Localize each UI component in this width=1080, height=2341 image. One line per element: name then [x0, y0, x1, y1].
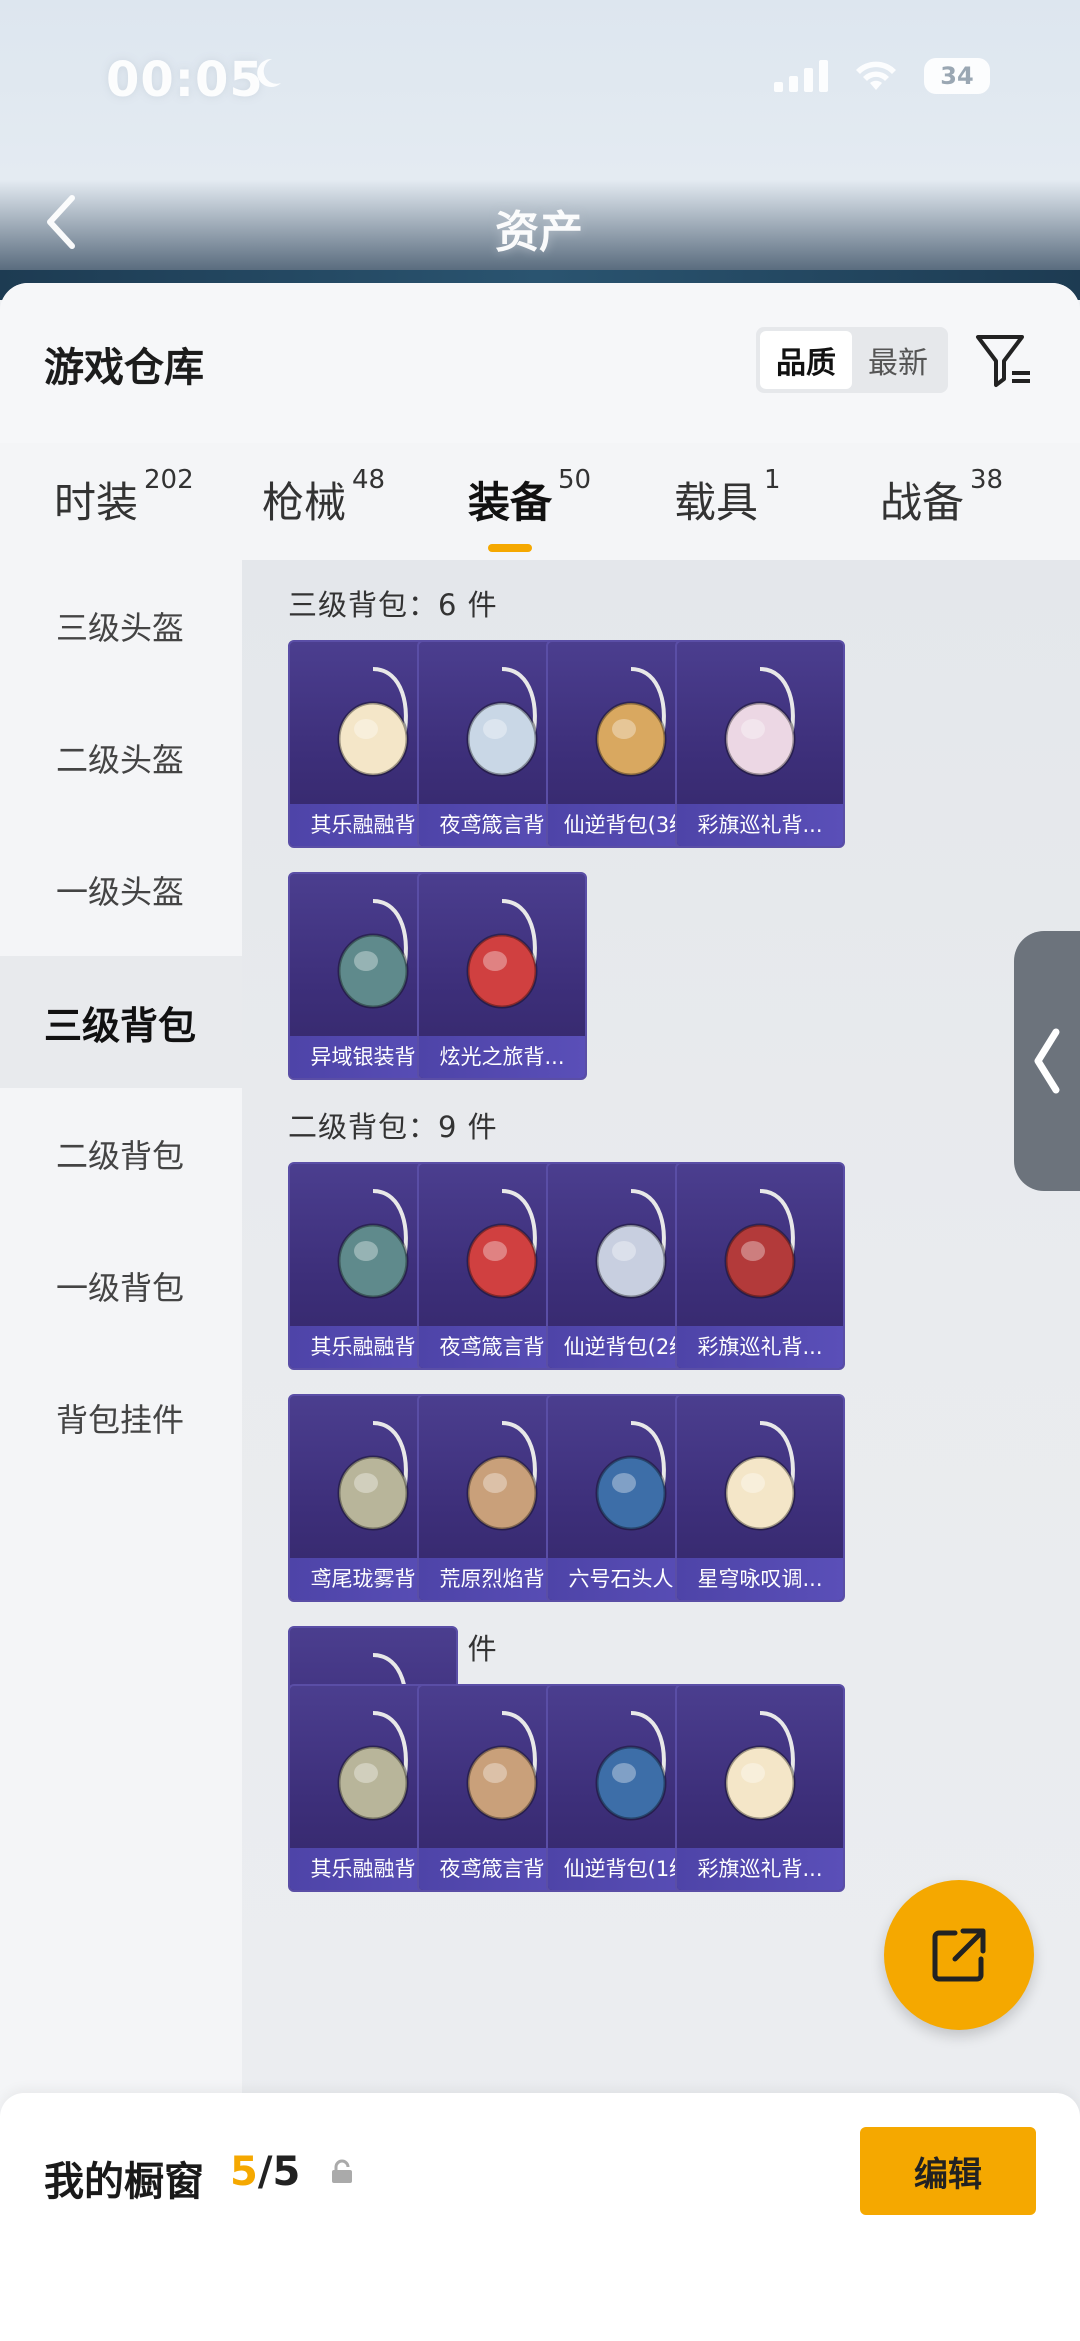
tab-label: 战备 — [880, 478, 965, 527]
status-time: 00:05 — [106, 52, 264, 108]
category-tabs: 时装 202 枪械 48 装备 50 载具 1 战备 38 — [0, 465, 1080, 559]
item-thumbnail — [677, 1164, 843, 1328]
tab-count: 38 — [970, 465, 1004, 495]
item-name: 星穹咏叹调... — [677, 1558, 843, 1600]
section-title: 三级背包：6 件 — [288, 588, 498, 622]
tab-fashion[interactable]: 时装 202 — [54, 465, 194, 530]
item-card[interactable]: 星穹咏叹调... — [675, 1394, 845, 1602]
sidebar-item-backpack-2[interactable]: 二级背包 — [0, 1088, 242, 1220]
item-card[interactable]: 炫光之旅背... — [417, 872, 587, 1080]
edit-button[interactable]: 编辑 — [860, 2127, 1036, 2215]
item-card[interactable]: 彩旗巡礼背... — [675, 640, 845, 848]
backpack-icon — [337, 1189, 409, 1299]
item-card[interactable]: 彩旗巡礼背... — [675, 1162, 845, 1370]
sort-quality-option[interactable]: 品质 — [760, 331, 852, 389]
share-out-icon — [932, 1928, 986, 1982]
backpack-icon — [595, 1189, 667, 1299]
tab-count: 50 — [558, 465, 592, 495]
sidebar-item-helmet-3[interactable]: 三级头盔 — [0, 560, 242, 692]
status-and-nav-area: 00:05 34 资产 — [0, 0, 1080, 300]
tab-count: 1 — [764, 465, 781, 495]
back-chevron-icon[interactable] — [42, 192, 82, 252]
backpack-icon — [337, 1711, 409, 1821]
tab-label: 载具 — [674, 478, 759, 527]
wifi-icon — [856, 61, 896, 90]
backpack-icon — [724, 1421, 796, 1531]
backpack-icon — [724, 667, 796, 777]
chevron-left-icon — [1034, 1028, 1060, 1094]
backpack-icon — [724, 1711, 796, 1821]
subcategory-sidebar: 三级头盔 二级头盔 一级头盔 三级背包 二级背包 一级背包 背包挂件 — [0, 560, 242, 2341]
backpack-icon — [337, 899, 409, 1009]
sort-newest-option[interactable]: 最新 — [852, 331, 944, 389]
active-tab-indicator — [488, 544, 532, 552]
backpack-icon — [724, 1189, 796, 1299]
backpack-icon — [337, 1421, 409, 1531]
page-title: 资产 — [495, 207, 583, 258]
backpack-icon — [466, 1711, 538, 1821]
sidebar-item-backpack-1[interactable]: 一级背包 — [0, 1220, 242, 1352]
backpack-icon — [595, 667, 667, 777]
section-title: 二级背包：9 件 — [288, 1110, 498, 1144]
lock-icon — [332, 2159, 352, 2183]
filter-icon[interactable] — [974, 331, 1034, 391]
sidebar-item-helmet-2[interactable]: 二级头盔 — [0, 692, 242, 824]
backpack-icon — [466, 1189, 538, 1299]
collapse-panel-handle[interactable] — [1014, 931, 1080, 1191]
item-card[interactable]: 彩旗巡礼背... — [675, 1684, 845, 1892]
tab-equipment[interactable]: 装备 50 — [468, 465, 591, 530]
share-button[interactable] — [884, 1880, 1034, 2030]
warehouse-sheet: 游戏仓库 品质 最新 时装 202 枪械 48 装备 50 载具 1 战备 38… — [0, 283, 1080, 2341]
item-grid-area: 三级背包：6 件 二级背包：9 件 一级背包：7 件 其乐融融背...夜鸢箴言背… — [242, 560, 1080, 2341]
sheet-header: 游戏仓库 品质 最新 — [0, 283, 1080, 443]
item-name: 彩旗巡礼背... — [677, 1326, 843, 1368]
sidebar-item-backpack-3[interactable]: 三级背包 — [0, 956, 242, 1088]
showcase-count-total: /5 — [257, 2149, 301, 2195]
item-name: 彩旗巡礼背... — [677, 804, 843, 846]
item-name: 彩旗巡礼背... — [677, 1848, 843, 1890]
showcase-count: 5/5 — [230, 2149, 300, 2195]
tab-combat-supplies[interactable]: 战备 38 — [880, 465, 1003, 530]
backpack-icon — [595, 1711, 667, 1821]
tab-label: 装备 — [468, 478, 553, 527]
sort-toggle: 品质 最新 — [756, 327, 948, 393]
moon-icon — [257, 58, 281, 87]
backpack-icon — [466, 1421, 538, 1531]
tab-label: 枪械 — [262, 478, 347, 527]
sidebar-item-helmet-1[interactable]: 一级头盔 — [0, 824, 242, 956]
sheet-title: 游戏仓库 — [44, 345, 204, 391]
backpack-icon — [466, 899, 538, 1009]
showcase-count-current: 5 — [230, 2149, 258, 2195]
tab-label: 时装 — [54, 478, 139, 527]
tab-vehicles[interactable]: 载具 1 — [674, 465, 781, 530]
item-thumbnail — [419, 874, 585, 1038]
item-name: 炫光之旅背... — [419, 1036, 585, 1078]
backpack-icon — [595, 1421, 667, 1531]
item-thumbnail — [677, 642, 843, 806]
tab-count: 48 — [352, 465, 386, 495]
battery-indicator: 34 — [924, 58, 990, 94]
backpack-icon — [466, 667, 538, 777]
sidebar-item-backpack-pendant[interactable]: 背包挂件 — [0, 1352, 242, 1484]
tab-count: 202 — [144, 465, 194, 495]
status-icons: 34 — [774, 58, 990, 94]
item-thumbnail — [677, 1686, 843, 1850]
showcase-label: 我的橱窗 — [44, 2159, 204, 2205]
backpack-icon — [337, 667, 409, 777]
showcase-bar: 我的橱窗 5/5 编辑 — [0, 2093, 1080, 2341]
item-thumbnail — [677, 1396, 843, 1560]
tab-firearms[interactable]: 枪械 48 — [262, 465, 385, 530]
signal-icon — [774, 60, 828, 92]
